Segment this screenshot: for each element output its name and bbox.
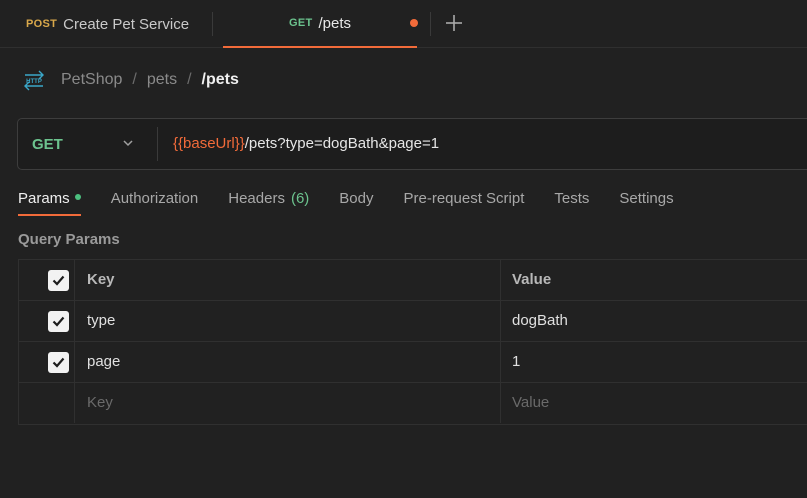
tab-title: /pets xyxy=(318,14,352,32)
new-param-key-input[interactable]: Key xyxy=(75,383,501,423)
param-enabled-checkbox[interactable] xyxy=(48,311,69,332)
param-value-field[interactable]: dogBath xyxy=(501,301,807,341)
url-bar: GET {{baseUrl}}/pets?type=dogBath&page=1 xyxy=(17,118,807,170)
breadcrumb-current-request[interactable]: /pets xyxy=(202,71,239,89)
url-variable: {{baseUrl}} xyxy=(173,135,245,152)
header-check-cell xyxy=(19,260,75,300)
tab-get-pets[interactable]: GET /pets xyxy=(223,0,417,48)
request-config-tabs: Params Authorization Headers (6) Body Pre… xyxy=(18,186,704,216)
request-tab-bar: POST Create Pet Service GET /pets xyxy=(0,0,807,48)
tab-label: Authorization xyxy=(110,190,199,207)
tab-create-pet-service[interactable]: POST Create Pet Service xyxy=(0,0,212,48)
tab-headers[interactable]: Headers (6) xyxy=(228,186,309,216)
select-all-checkbox[interactable] xyxy=(48,270,69,291)
url-divider xyxy=(157,127,158,161)
tab-label: Pre-request Script xyxy=(403,190,525,207)
tab-title: Create Pet Service xyxy=(63,15,190,33)
checkbox-checked-icon xyxy=(52,357,65,368)
url-input[interactable]: {{baseUrl}}/pets?type=dogBath&page=1 xyxy=(173,119,439,169)
method-select[interactable]: GET xyxy=(18,119,157,169)
query-params-title: Query Params xyxy=(18,231,120,248)
checkbox-checked-icon xyxy=(52,275,65,286)
url-path: /pets?type=dogBath&page=1 xyxy=(244,135,440,152)
tab-tests[interactable]: Tests xyxy=(554,186,589,216)
checkbox-checked-icon xyxy=(52,316,65,327)
breadcrumb-separator: / xyxy=(187,71,192,88)
new-tab-button[interactable] xyxy=(443,10,465,36)
param-enabled-checkbox[interactable] xyxy=(48,352,69,373)
tab-body[interactable]: Body xyxy=(339,186,373,216)
breadcrumb-folder[interactable]: pets xyxy=(147,71,177,89)
tab-authorization[interactable]: Authorization xyxy=(111,186,199,216)
param-key-field[interactable]: type xyxy=(75,301,501,341)
row-check-cell xyxy=(19,301,75,341)
params-active-dot xyxy=(74,194,81,201)
tab-label: Params xyxy=(18,190,70,207)
http-icon: HTTP xyxy=(24,70,44,91)
param-value-field[interactable]: 1 xyxy=(501,342,807,382)
chevron-down-icon xyxy=(123,140,133,147)
table-header-row: Key Value xyxy=(19,260,807,301)
unsaved-changes-dot xyxy=(410,19,418,27)
row-check-cell xyxy=(19,342,75,382)
tab-label: Body xyxy=(339,190,374,207)
tab-params[interactable]: Params xyxy=(18,186,81,216)
breadcrumb-collection[interactable]: PetShop xyxy=(61,71,122,89)
table-row: page 1 xyxy=(19,342,807,383)
table-row-empty: Key Value xyxy=(19,383,807,424)
param-key-field[interactable]: page xyxy=(75,342,501,382)
tab-label: Settings xyxy=(619,190,674,207)
headers-count: (6) xyxy=(290,190,310,207)
plus-icon xyxy=(446,15,462,31)
tab-label: Headers xyxy=(228,190,285,207)
tab-label: Tests xyxy=(554,190,590,207)
breadcrumb-separator: / xyxy=(132,71,137,88)
column-header-value: Value xyxy=(512,271,552,288)
tab-method-get: GET xyxy=(288,17,313,29)
tab-divider xyxy=(212,12,213,36)
breadcrumb: HTTP PetShop / pets / /pets xyxy=(22,66,239,94)
row-check-cell xyxy=(19,383,75,423)
svg-text:HTTP: HTTP xyxy=(26,79,42,85)
new-param-value-input[interactable]: Value xyxy=(501,383,807,423)
column-header-key: Key xyxy=(75,260,501,300)
tab-pre-request-script[interactable]: Pre-request Script xyxy=(404,186,525,216)
tab-settings[interactable]: Settings xyxy=(619,186,673,216)
tab-divider xyxy=(430,12,431,36)
tab-method-post: POST xyxy=(26,18,58,30)
query-params-table: Key Value type dogBath page 1 Key Value xyxy=(18,259,807,425)
table-row: type dogBath xyxy=(19,301,807,342)
method-value: GET xyxy=(32,135,63,153)
